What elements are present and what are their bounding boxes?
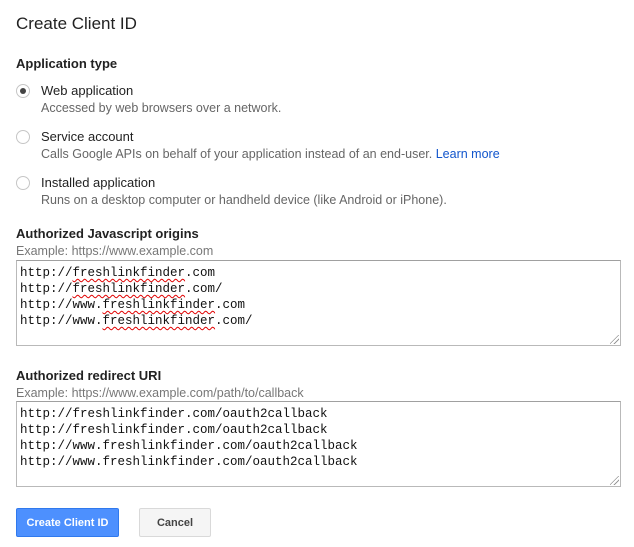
js-origins-example: Example: https://www.example.com xyxy=(16,244,214,258)
radio-service-account[interactable]: Service account Calls Google APIs on beh… xyxy=(16,129,536,165)
redirect-uri-line: http://www.freshlinkfinder.com/oauth2cal… xyxy=(20,455,358,469)
radio-button-installed-application[interactable] xyxy=(16,176,30,190)
radio-installed-application[interactable]: Installed application Runs on a desktop … xyxy=(16,175,496,211)
radio-web-application[interactable]: Web application Accessed by web browsers… xyxy=(16,83,336,119)
radio-desc-web-application: Accessed by web browsers over a network. xyxy=(41,101,282,115)
redirect-uri-textarea[interactable]: http://freshlinkfinder.com/oauth2callbac… xyxy=(16,401,621,487)
learn-more-link[interactable]: Learn more xyxy=(436,147,500,161)
radio-label-web-application: Web application xyxy=(41,83,134,98)
redirect-uri-line: http://freshlinkfinder.com/oauth2callbac… xyxy=(20,407,328,421)
redirect-uri-label: Authorized redirect URI xyxy=(16,368,162,383)
js-origins-textarea[interactable]: http://freshlinkfinder.com http://freshl… xyxy=(16,260,621,346)
js-origin-line: http://freshlinkfinder.com xyxy=(20,266,216,280)
js-origin-line: http://freshlinkfinder.com/ xyxy=(20,282,223,296)
redirect-uri-line: http://www.freshlinkfinder.com/oauth2cal… xyxy=(20,439,358,453)
resize-handle[interactable] xyxy=(610,476,619,485)
js-origin-line: http://www.freshlinkfinder.com xyxy=(20,298,246,312)
resize-handle[interactable] xyxy=(610,335,619,344)
radio-desc-service-account-text: Calls Google APIs on behalf of your appl… xyxy=(41,147,433,161)
radio-label-installed-application: Installed application xyxy=(41,175,156,190)
cancel-button[interactable]: Cancel xyxy=(139,508,211,537)
redirect-uri-example: Example: https://www.example.com/path/to… xyxy=(16,386,304,400)
js-origins-label: Authorized Javascript origins xyxy=(16,226,199,241)
js-origin-line: http://www.freshlinkfinder.com/ xyxy=(20,314,253,328)
radio-desc-installed-application: Runs on a desktop computer or handheld d… xyxy=(41,193,447,207)
radio-button-web-application[interactable] xyxy=(16,84,30,98)
radio-label-service-account: Service account xyxy=(41,129,134,144)
dialog-title: Create Client ID xyxy=(16,14,137,33)
application-type-label: Application type xyxy=(16,56,118,71)
radio-button-service-account[interactable] xyxy=(16,130,30,144)
create-client-id-button[interactable]: Create Client ID xyxy=(16,508,119,537)
radio-desc-service-account: Calls Google APIs on behalf of your appl… xyxy=(41,147,500,161)
redirect-uri-line: http://freshlinkfinder.com/oauth2callbac… xyxy=(20,423,328,437)
